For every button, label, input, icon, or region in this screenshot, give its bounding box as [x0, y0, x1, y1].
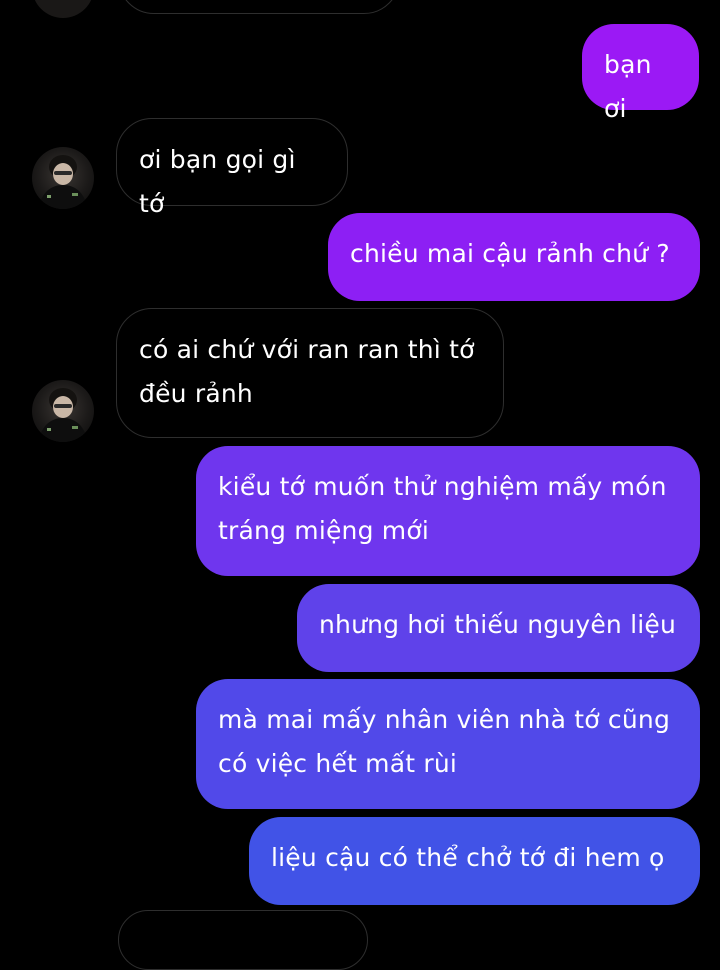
message-bubble-outgoing[interactable]: mà mai mấy nhân viên nhà tớ cũng có việc…	[196, 679, 700, 809]
message-text: chiều mai cậu rảnh chứ ?	[350, 239, 670, 268]
chat-screen: bạn ơi ơi bạn gọi gì tớ chiều mai cậu rả…	[0, 0, 720, 970]
message-text: bạn ơi	[604, 50, 652, 123]
message-bubble-incoming[interactable]: ơi bạn gọi gì tớ	[116, 118, 348, 218]
previous-bubble-partial	[118, 0, 400, 14]
contact-avatar[interactable]	[32, 380, 94, 442]
message-text: nhưng hơi thiếu nguyên liệu	[319, 610, 677, 639]
contact-avatar[interactable]	[32, 147, 94, 209]
previous-avatar-partial	[32, 0, 94, 18]
message-bubble-outgoing[interactable]: nhưng hơi thiếu nguyên liệu	[297, 584, 700, 672]
message-text: ơi bạn gọi gì tớ	[139, 145, 296, 218]
message-bubble-outgoing[interactable]: liệu cậu có thể chở tớ đi hem ọ	[249, 817, 700, 905]
message-text: liệu cậu có thể chở tớ đi hem ọ	[271, 843, 665, 872]
next-bubble-partial	[118, 910, 368, 970]
message-text: có ai chứ với ran ran thì tớ đều rảnh	[139, 335, 475, 408]
message-bubble-outgoing[interactable]: bạn ơi	[582, 24, 699, 123]
message-text: mà mai mấy nhân viên nhà tớ cũng có việc…	[218, 705, 671, 778]
message-bubble-outgoing[interactable]: kiểu tớ muốn thử nghiệm mấy món tráng mi…	[196, 446, 700, 576]
message-bubble-outgoing[interactable]: chiều mai cậu rảnh chứ ?	[328, 213, 700, 301]
avatar-photo-icon	[38, 388, 88, 442]
message-text: kiểu tớ muốn thử nghiệm mấy món tráng mi…	[218, 472, 667, 545]
avatar-photo-icon	[38, 155, 88, 209]
message-bubble-incoming[interactable]: có ai chứ với ran ran thì tớ đều rảnh	[116, 308, 504, 438]
